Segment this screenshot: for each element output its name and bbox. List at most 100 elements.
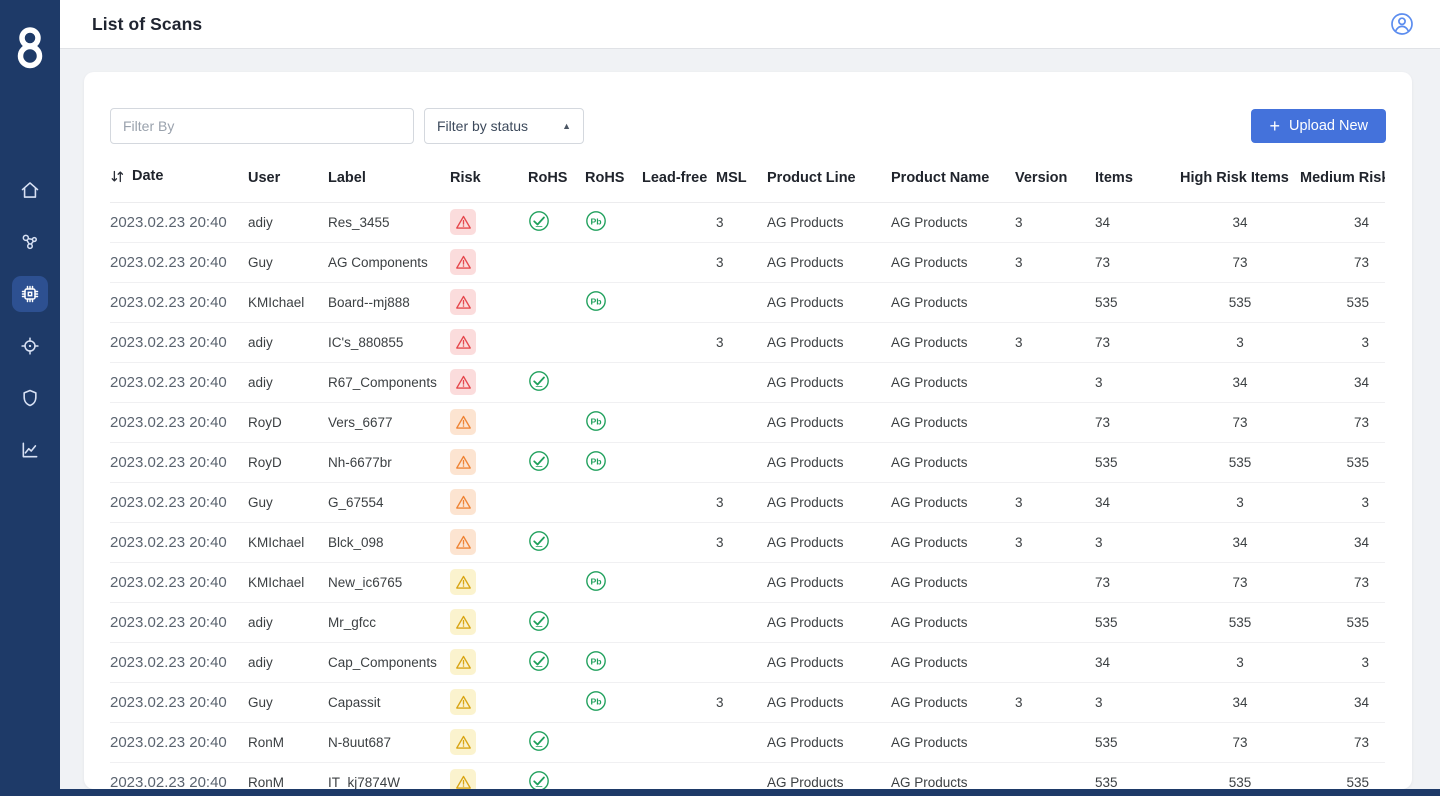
risk-warning-icon [450,609,476,635]
table-row[interactable]: 2023.02.23 20:40 Guy Capassit Pb 3 AG Pr… [110,682,1385,723]
sidebar [0,0,60,796]
table-row[interactable]: 2023.02.23 20:40 RoyD Vers_6677 Pb AG Pr… [110,402,1385,443]
cell-items: 73 [1095,402,1180,443]
cell-date: 2023.02.23 20:40 [110,282,248,323]
filter-bar: Filter by status ▲ + Upload New [110,108,1386,144]
cell-date: 2023.02.23 20:40 [110,362,248,403]
cell-rohs-pb: Pb [585,402,642,443]
cell-product-name: AG Products [891,322,1015,363]
rohs-compliant-icon [528,650,550,672]
cell-high-risk-items: 34 [1180,682,1300,723]
cell-version: 3 [1015,322,1095,363]
cell-date: 2023.02.23 20:40 [110,482,248,523]
cell-rohs-check [528,682,585,723]
risk-warning-icon [450,769,476,789]
filter-input[interactable] [110,108,414,144]
table-row[interactable]: 2023.02.23 20:40 adiy IC's_880855 3 AG P… [110,322,1385,363]
cell-rohs-check [528,282,585,323]
cell-version [1015,362,1095,403]
cell-product-line: AG Products [767,562,891,603]
table-row[interactable]: 2023.02.23 20:40 Guy G_67554 3 AG Produc… [110,482,1385,523]
cell-medium-risk: 73 [1300,722,1385,763]
cell-medium-risk: 535 [1300,602,1385,643]
cell-high-risk-items: 73 [1180,402,1300,443]
bottom-edge-bar [0,789,1440,796]
cell-msl [716,722,767,763]
cell-items: 34 [1095,202,1180,243]
risk-warning-icon [450,529,476,555]
cell-rohs-pb: Pb [585,242,642,283]
col-header-user: User [248,158,328,203]
home-icon [21,182,39,198]
table-row[interactable]: 2023.02.23 20:40 RoyD Nh-6677br Pb AG Pr… [110,442,1385,483]
cell-rohs-pb: Pb [585,482,642,523]
cell-product-name: AG Products [891,442,1015,483]
upload-new-label: Upload New [1289,118,1368,134]
status-filter-dropdown[interactable]: Filter by status ▲ [424,108,584,144]
sidebar-item-reports[interactable] [12,432,48,468]
svg-text:Pb: Pb [590,416,601,426]
cell-high-risk-items: 535 [1180,442,1300,483]
cell-user: adiy [248,322,328,363]
sidebar-item-tracking[interactable] [12,328,48,364]
col-header-risk: Risk [450,158,528,203]
table-row[interactable]: 2023.02.23 20:40 KMIchael Board--mj888 P… [110,282,1385,323]
table-row[interactable]: 2023.02.23 20:40 Guy AG Components 3 AG … [110,242,1385,283]
cell-label: AG Components [328,242,450,283]
cell-label: N-8uut687 [328,722,450,763]
table-row[interactable]: 2023.02.23 20:40 adiy Res_3455 Pb 3 AG P… [110,202,1385,243]
cell-user: RonM [248,722,328,763]
sidebar-item-scans[interactable] [12,276,48,312]
cell-risk [450,642,528,683]
cell-medium-risk: 535 [1300,282,1385,323]
cell-rohs-check [528,362,585,403]
table-row[interactable]: 2023.02.23 20:40 RonM N-8uut687 AG Produ… [110,722,1385,763]
col-header-items: Items [1095,158,1180,203]
cell-version [1015,642,1095,683]
cell-risk [450,242,528,283]
cell-rohs-pb: Pb [585,522,642,563]
user-avatar[interactable] [1390,12,1414,36]
table-row[interactable]: 2023.02.23 20:40 RonM IT_kj7874W AG Prod… [110,762,1385,789]
cell-rohs-check [528,242,585,283]
sidebar-item-home[interactable] [12,172,48,208]
cell-user: adiy [248,202,328,243]
risk-warning-icon [450,649,476,675]
cell-medium-risk: 535 [1300,762,1385,789]
table-row[interactable]: 2023.02.23 20:40 adiy Cap_Components Pb … [110,642,1385,683]
cell-product-line: AG Products [767,522,891,563]
logo-icon [17,27,43,69]
cell-label: New_ic6765 [328,562,450,603]
upload-new-button[interactable]: + Upload New [1251,109,1386,143]
cell-high-risk-items: 73 [1180,722,1300,763]
table-row[interactable]: 2023.02.23 20:40 KMIchael New_ic6765 Pb … [110,562,1385,603]
cell-medium-risk: 73 [1300,562,1385,603]
table-row[interactable]: 2023.02.23 20:40 adiy R67_Components AG … [110,362,1385,403]
table-row[interactable]: 2023.02.23 20:40 KMIchael Blck_098 3 AG … [110,522,1385,563]
cell-date: 2023.02.23 20:40 [110,682,248,723]
cell-items: 535 [1095,282,1180,323]
cell-msl: 3 [716,682,767,723]
sidebar-item-analysis[interactable] [12,224,48,260]
cell-user: Guy [248,482,328,523]
col-header-msl: MSL [716,158,767,203]
cell-msl: 3 [716,242,767,283]
risk-warning-icon [450,249,476,275]
app-logo[interactable] [0,0,60,70]
cell-high-risk-items: 34 [1180,362,1300,403]
cell-product-line: AG Products [767,362,891,403]
cell-rohs-pb: Pb [585,602,642,643]
table-row[interactable]: 2023.02.23 20:40 adiy Mr_gfcc AG Product… [110,602,1385,643]
cell-date: 2023.02.23 20:40 [110,322,248,363]
cell-version [1015,282,1095,323]
sort-icon[interactable] [110,169,125,184]
cell-lead-free [642,402,716,443]
cell-rohs-check [528,762,585,789]
cell-product-line: AG Products [767,242,891,283]
cell-high-risk-items: 34 [1180,202,1300,243]
cell-date: 2023.02.23 20:40 [110,202,248,243]
cell-version [1015,442,1095,483]
status-filter-label: Filter by status [437,118,529,134]
sidebar-item-security[interactable] [12,380,48,416]
risk-warning-icon [450,409,476,435]
